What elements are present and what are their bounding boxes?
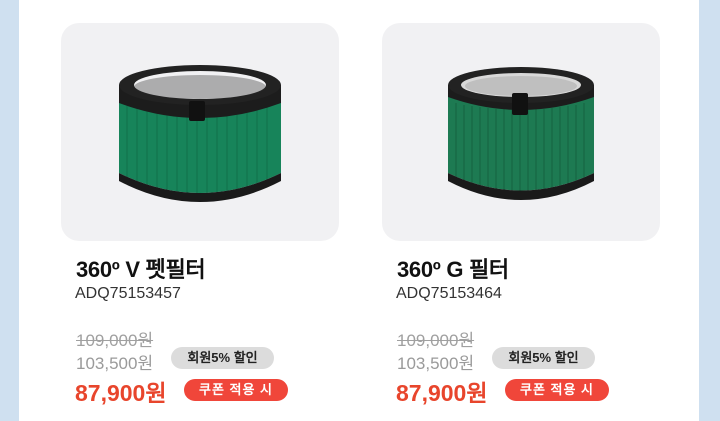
final-price: 87,900원	[396, 380, 488, 406]
member-price: 103,500원	[397, 354, 475, 373]
product-model-number: ADQ75153464	[396, 285, 502, 302]
member-discount-badge: 회원5% 할인	[492, 347, 595, 369]
product-list-panel: 360º V 펫필터 ADQ75153457 109,000원 103,500원…	[19, 0, 699, 421]
product-title[interactable]: 360º G 필터	[397, 252, 509, 284]
product-card[interactable]: 360º G 필터 ADQ75153464 109,000원 103,500원 …	[382, 0, 662, 421]
member-discount-badge: 회원5% 할인	[171, 347, 274, 369]
original-price: 109,000원	[76, 331, 154, 350]
product-card[interactable]: 360º V 펫필터 ADQ75153457 109,000원 103,500원…	[61, 0, 341, 421]
product-model-number: ADQ75153457	[75, 285, 181, 302]
filter-g-icon	[448, 67, 594, 200]
product-title[interactable]: 360º V 펫필터	[76, 252, 206, 284]
coupon-badge: 쿠폰 적용 시	[505, 379, 609, 401]
coupon-badge: 쿠폰 적용 시	[184, 379, 288, 401]
original-price: 109,000원	[397, 331, 475, 350]
product-image[interactable]	[61, 23, 339, 241]
product-image[interactable]	[382, 23, 660, 241]
final-price: 87,900원	[75, 380, 167, 406]
member-price: 103,500원	[76, 354, 154, 373]
filter-v-icon	[119, 65, 281, 202]
